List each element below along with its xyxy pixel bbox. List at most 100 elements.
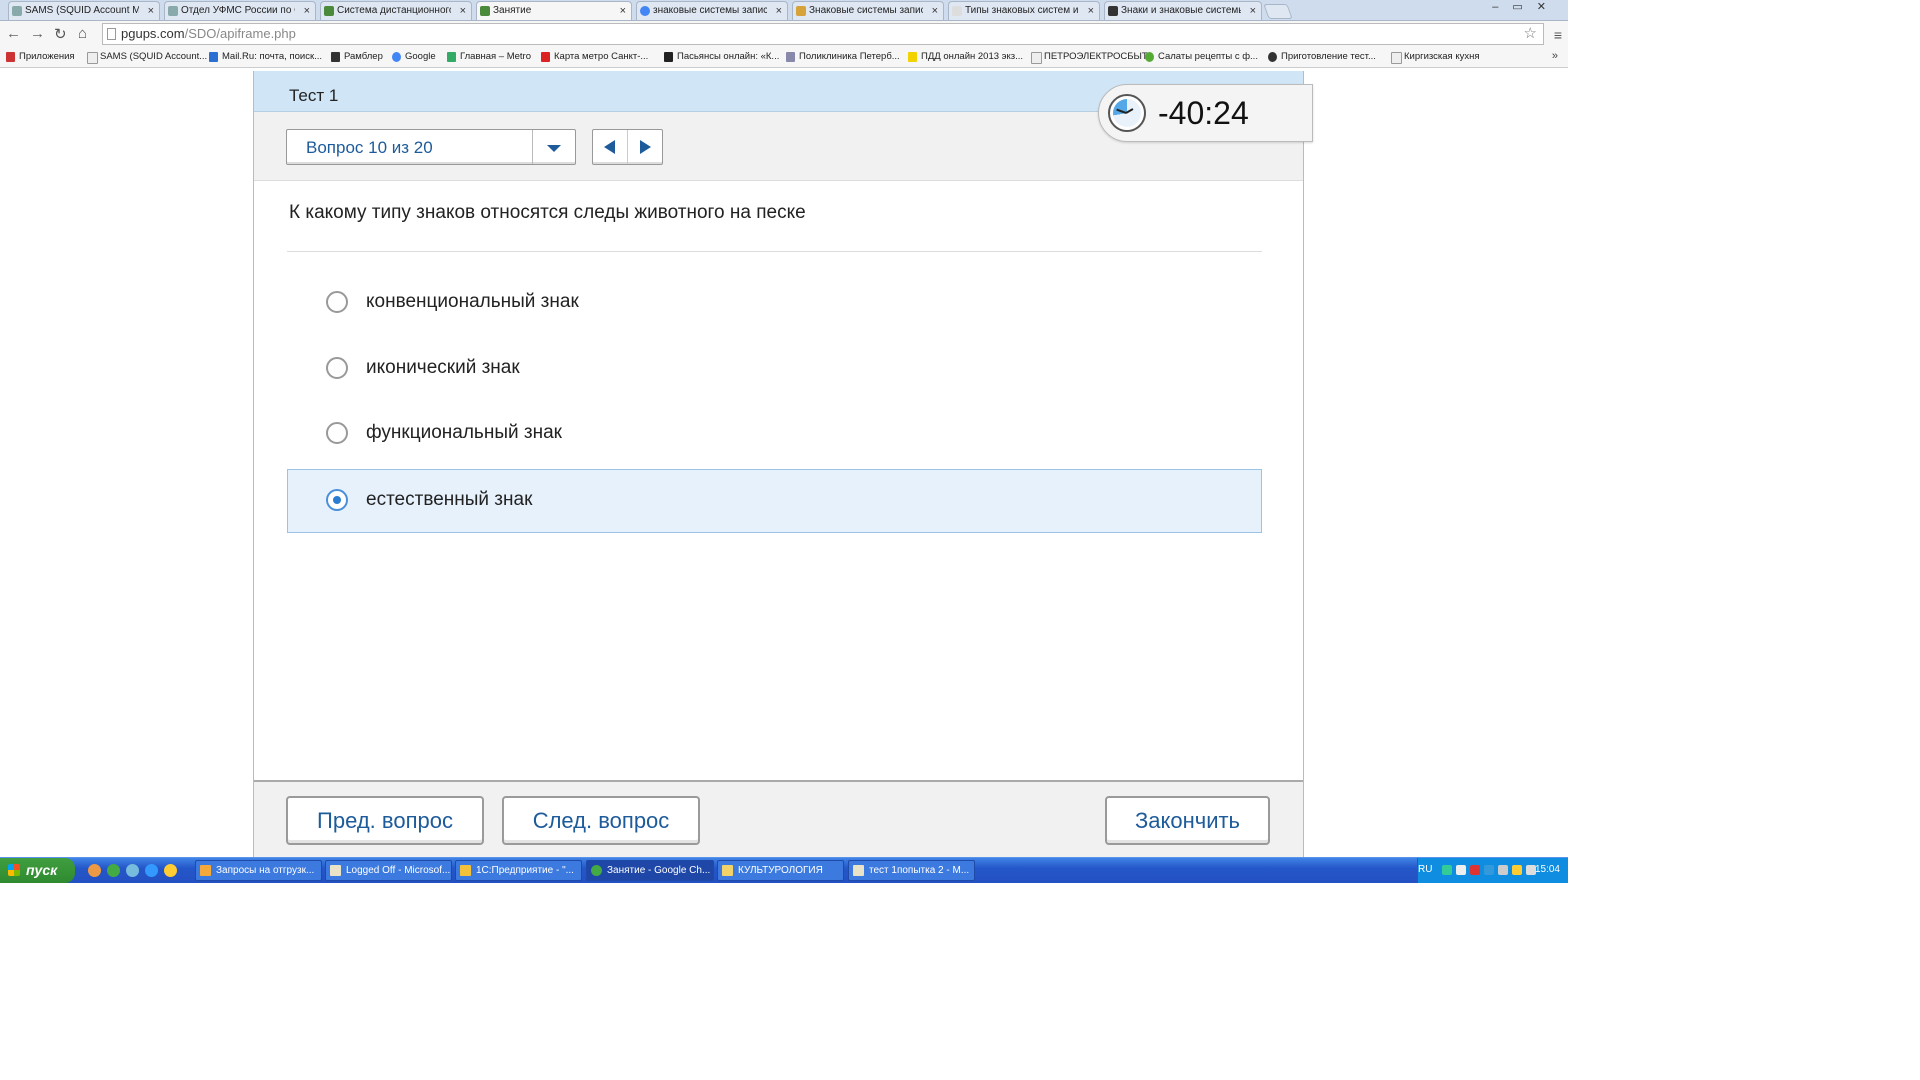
forward-icon[interactable]: → (30, 25, 45, 42)
quicklaunch-icon[interactable] (88, 864, 101, 877)
tray-icon[interactable] (1498, 865, 1508, 875)
answer-option[interactable]: конвенциональный знак (287, 271, 1262, 335)
browser-tab[interactable]: знаковые системы записи -× (636, 1, 788, 20)
radio-button[interactable] (326, 422, 348, 444)
start-button[interactable]: пуск (0, 858, 75, 883)
clock-icon (1108, 94, 1146, 132)
taskbar-item[interactable]: Logged Off - Microsof... (325, 860, 452, 881)
answer-option-selected[interactable]: естественный знак (287, 469, 1262, 533)
tray-icon[interactable] (1442, 865, 1452, 875)
app-icon (330, 865, 341, 876)
tray-icon[interactable] (1512, 865, 1522, 875)
taskbar-item[interactable]: 1С:Предприятие - "... (455, 860, 582, 881)
answer-label: естественный знак (366, 489, 533, 510)
test-footer: Пред. вопрос След. вопрос Закончить (254, 780, 1303, 859)
question-selector[interactable]: Вопрос 10 из 20 (286, 129, 576, 165)
bookmark[interactable]: Google (392, 51, 436, 62)
quicklaunch-icon[interactable] (164, 864, 177, 877)
browser-tab[interactable]: Типы знаковых систем и их× (948, 1, 1100, 20)
answer-option[interactable]: функциональный знак (287, 402, 1262, 466)
bookmark[interactable]: Киргизская кухня (1391, 51, 1479, 64)
browser-tab[interactable]: SAMS (SQUID Account Mana× (8, 1, 160, 20)
close-icon[interactable]: × (776, 2, 782, 20)
page-icon (1031, 52, 1042, 64)
taskbar-item[interactable]: тест 1попытка 2 - M... (848, 860, 975, 881)
chrome-icon (591, 865, 602, 876)
quicklaunch-icon[interactable] (126, 864, 139, 877)
menu-icon[interactable]: ≡ (1554, 27, 1562, 43)
metro-m-icon (541, 52, 550, 62)
close-icon[interactable]: × (1088, 2, 1094, 20)
test-frame: Тест 1 Вопрос 10 из 20 -40:24 К какому т… (253, 71, 1313, 859)
browser-tab[interactable]: Знаковые системы записи × (792, 1, 944, 20)
bookmark[interactable]: Mail.Ru: почта, поиск... (209, 51, 322, 62)
answer-option[interactable]: иконический знак (287, 337, 1262, 401)
browser-tab[interactable]: Знаки и знаковые системы × (1104, 1, 1262, 20)
radio-button[interactable] (326, 357, 348, 379)
page-icon (952, 6, 962, 16)
page-icon (12, 6, 22, 16)
bookmark[interactable]: ПДД онлайн 2013 экз... (908, 51, 1023, 62)
taskbar: пуск Запросы на отгрузк... Logged Off - … (0, 857, 1568, 883)
bookmark[interactable]: ПЕТРОЭЛЕКТРОСБЫТ (1031, 51, 1148, 64)
bookmark-star-icon[interactable]: ☆ (1524, 24, 1537, 44)
tray-icon[interactable] (1456, 865, 1466, 875)
close-icon[interactable]: × (304, 2, 310, 20)
bookmark[interactable]: SAMS (SQUID Account... (87, 51, 207, 64)
bookmark-apps[interactable]: Приложения (6, 51, 75, 62)
house-icon (331, 52, 340, 62)
new-tab-button[interactable] (1263, 4, 1293, 19)
back-icon[interactable]: ← (6, 25, 21, 42)
window-controls[interactable]: –▭✕ (1492, 0, 1560, 13)
close-icon[interactable]: × (460, 2, 466, 20)
bookmark[interactable]: Карта метро Санкт-... (541, 51, 648, 62)
page-content: Тест 1 Вопрос 10 из 20 -40:24 К какому т… (0, 68, 1568, 924)
taskbar-item-active[interactable]: Занятие - Google Ch... (586, 860, 714, 881)
maximize-icon[interactable]: ▭ (1512, 1, 1536, 13)
close-icon[interactable]: × (1250, 2, 1256, 20)
scrollbar[interactable] (1551, 136, 1568, 924)
address-bar[interactable]: pgups.com/SDO/apiframe.php ☆ (102, 23, 1544, 45)
bookmark[interactable]: Главная – Metro (447, 51, 531, 62)
more-bookmarks-icon[interactable]: » (1552, 50, 1558, 62)
timer-value: -40:24 (1158, 95, 1249, 131)
next-question-arrow[interactable] (628, 130, 662, 164)
clinic-icon (786, 52, 795, 62)
close-icon[interactable]: × (620, 2, 626, 20)
page-icon (107, 28, 116, 40)
finish-button[interactable]: Закончить (1105, 796, 1270, 845)
bookmark[interactable]: Поликлиника Петерб... (786, 51, 900, 62)
bookmark[interactable]: Пасьянсы онлайн: «К... (664, 51, 779, 62)
next-question-button[interactable]: След. вопрос (502, 796, 700, 845)
home-icon[interactable]: ⌂ (78, 25, 87, 42)
language-indicator[interactable]: RU (1418, 864, 1432, 875)
browser-tab-strip: SAMS (SQUID Account Mana× Отдел УФМС Рос… (0, 0, 1568, 21)
google-icon (640, 6, 650, 16)
bookmark[interactable]: Приготовление тест... (1268, 51, 1376, 62)
answer-label: конвенциональный знак (366, 291, 579, 312)
chrome-icon[interactable] (107, 864, 120, 877)
bookmark[interactable]: Рамблер (331, 51, 383, 62)
browser-tab[interactable]: Система дистанционного о × (320, 1, 472, 20)
bookmark[interactable]: Салаты рецепты с ф... (1145, 51, 1258, 62)
taskbar-item[interactable]: Запросы на отгрузк... (195, 860, 322, 881)
close-window-icon[interactable]: ✕ (1537, 1, 1560, 13)
minimize-icon[interactable]: – (1492, 1, 1512, 13)
reload-icon[interactable]: ↻ (54, 25, 67, 43)
radio-button[interactable] (326, 291, 348, 313)
ie-icon[interactable] (145, 864, 158, 877)
network-icon[interactable] (1484, 865, 1494, 875)
prev-question-button[interactable]: Пред. вопрос (286, 796, 484, 845)
previous-question-arrow[interactable] (593, 130, 628, 164)
dropdown-button[interactable] (532, 130, 575, 164)
arrow-left-icon (604, 140, 615, 154)
taskbar-item[interactable]: КУЛЬТУРОЛОГИЯ (717, 860, 844, 881)
browser-tab[interactable]: Отдел УФМС России по Санкт× (164, 1, 316, 20)
close-icon[interactable]: × (148, 2, 154, 20)
browser-tab-active[interactable]: Занятие × (476, 1, 632, 20)
close-icon[interactable]: × (932, 2, 938, 20)
antivirus-icon[interactable] (1470, 865, 1480, 875)
page-icon (168, 6, 178, 16)
radio-button-checked[interactable] (326, 489, 348, 511)
app-icon (460, 865, 471, 876)
